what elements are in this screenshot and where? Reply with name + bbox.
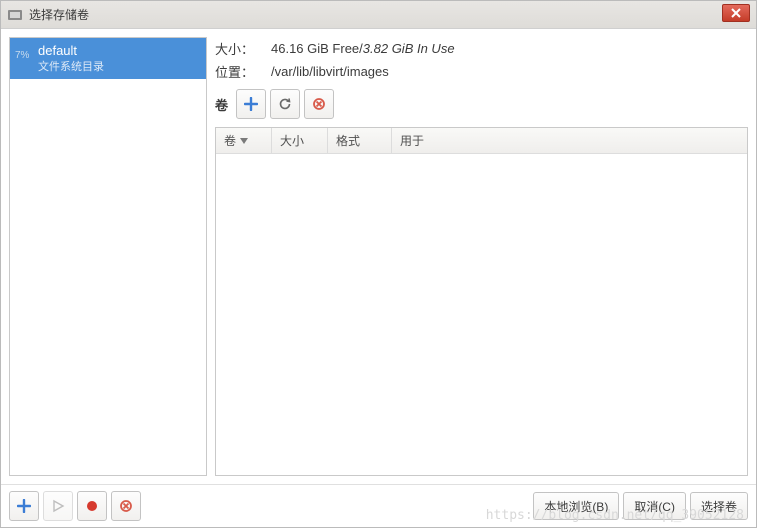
storage-dialog: 选择存储卷 7% default 文件系统目录 大小： 46.16 GiB Fr… bbox=[0, 0, 757, 528]
location-label: 位置： bbox=[215, 62, 271, 81]
titlebar: 选择存储卷 bbox=[1, 1, 756, 29]
size-label: 大小： bbox=[215, 39, 271, 58]
content-pane: 大小： 46.16 GiB Free / 3.82 GiB In Use 位置：… bbox=[215, 37, 748, 476]
start-pool-button[interactable] bbox=[43, 491, 73, 521]
stop-pool-button[interactable] bbox=[77, 491, 107, 521]
pool-usage-pct: 7% bbox=[15, 50, 29, 61]
column-volume[interactable]: 卷 bbox=[216, 128, 272, 153]
volume-toolbar-label: 卷 bbox=[215, 95, 228, 114]
size-in-use: 3.82 GiB In Use bbox=[363, 41, 455, 56]
pool-list[interactable]: 7% default 文件系统目录 bbox=[9, 37, 207, 476]
window-title: 选择存储卷 bbox=[29, 6, 89, 23]
main-area: 7% default 文件系统目录 大小： 46.16 GiB Free / 3… bbox=[1, 29, 756, 484]
add-volume-button[interactable] bbox=[236, 89, 266, 119]
close-button[interactable] bbox=[722, 4, 750, 22]
add-pool-button[interactable] bbox=[9, 491, 39, 521]
volume-table-header: 卷 大小 格式 用于 bbox=[216, 128, 747, 154]
sort-desc-icon bbox=[240, 138, 248, 144]
pool-type: 文件系统目录 bbox=[16, 58, 200, 74]
column-used-for[interactable]: 用于 bbox=[392, 128, 747, 153]
pool-name: default bbox=[16, 43, 200, 58]
pool-item-default[interactable]: 7% default 文件系统目录 bbox=[10, 38, 206, 79]
footer: 本地浏览(B) 取消(C) 选择卷 https://blog.csdn.net/… bbox=[1, 484, 756, 527]
location-row: 位置： /var/lib/libvirt/images bbox=[215, 60, 748, 83]
browse-local-button[interactable]: 本地浏览(B) bbox=[533, 492, 619, 520]
delete-volume-button[interactable] bbox=[304, 89, 334, 119]
size-free: 46.16 GiB Free bbox=[271, 41, 359, 56]
delete-pool-button[interactable] bbox=[111, 491, 141, 521]
volume-toolbar: 卷 bbox=[215, 89, 748, 119]
choose-volume-button[interactable]: 选择卷 bbox=[690, 492, 748, 520]
column-size[interactable]: 大小 bbox=[272, 128, 328, 153]
refresh-volumes-button[interactable] bbox=[270, 89, 300, 119]
column-format[interactable]: 格式 bbox=[328, 128, 392, 153]
app-icon bbox=[7, 7, 23, 23]
volume-table[interactable]: 卷 大小 格式 用于 bbox=[215, 127, 748, 476]
size-row: 大小： 46.16 GiB Free / 3.82 GiB In Use bbox=[215, 37, 748, 60]
location-value: /var/lib/libvirt/images bbox=[271, 64, 389, 79]
cancel-button[interactable]: 取消(C) bbox=[623, 492, 686, 520]
